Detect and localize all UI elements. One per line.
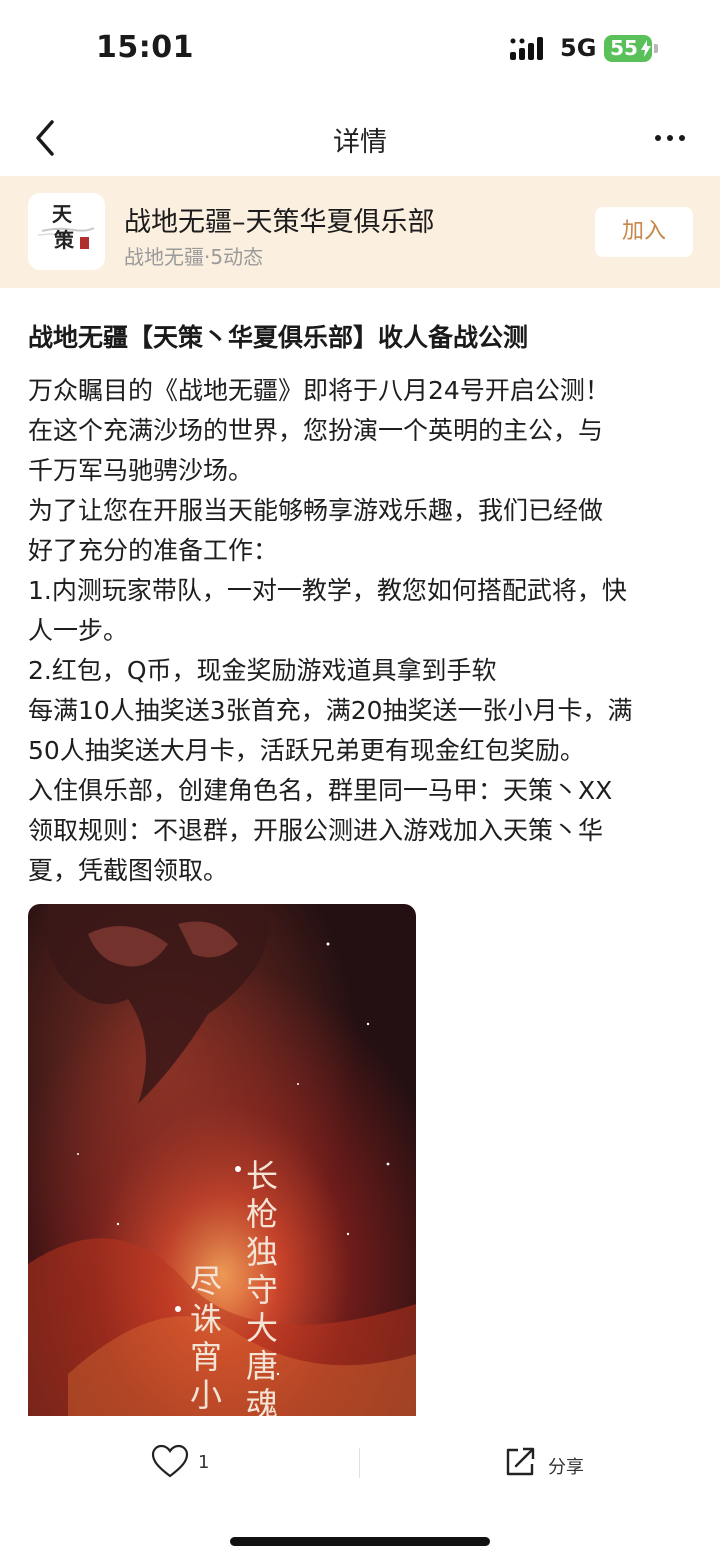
nav-bar: 详情 — [0, 100, 720, 176]
status-bar: 15:01 5G 55 — [0, 0, 720, 100]
battery-icon: 55 — [604, 35, 658, 62]
post-line: 入住俱乐部，创建角色名，群里同一马甲：天策丶XX — [28, 776, 613, 805]
status-time: 15:01 — [96, 30, 194, 65]
divider — [359, 1448, 360, 1478]
svg-text:策: 策 — [54, 228, 75, 252]
club-logo: 天 策 — [28, 193, 105, 270]
join-button[interactable]: 加入 — [595, 207, 693, 257]
image-poem-line-2: 尽诛宵小天 — [185, 1264, 223, 1416]
post-line: 万众瞩目的《战地无疆》即将于八月24号开启公测！ — [28, 376, 610, 405]
action-bar: 1 分享 — [0, 1420, 720, 1510]
post-line: 人一步。 — [28, 616, 129, 645]
post-line: 每满10人抽奖送3张首充，满20抽奖送一张小月卡，满 — [28, 696, 633, 725]
post-image[interactable]: 长枪独守大唐魂 尽诛宵小天 — [28, 904, 416, 1416]
club-card[interactable]: 天 策 战地无疆–天策华夏俱乐部 战地无疆·5动态 加入 — [0, 176, 720, 288]
charging-bolt-icon — [641, 40, 651, 57]
share-icon — [506, 1447, 535, 1476]
post-line: 好了充分的准备工作： — [28, 536, 279, 565]
post-line: 为了让您在开服当天能够畅享游戏乐趣，我们已经做 — [28, 496, 604, 525]
signal-icon — [510, 37, 543, 60]
image-poem-line-1: 长枪独守大唐魂 — [241, 1159, 279, 1416]
post-image-art: 长枪独守大唐魂 尽诛宵小天 — [28, 904, 416, 1416]
post-line: 1.内测玩家带队，一对一教学，教您如何搭配武将，快 — [28, 576, 627, 605]
like-count: 1 — [198, 1452, 210, 1473]
battery-level: 55 — [610, 36, 638, 60]
share-button[interactable]: 分享 — [502, 1444, 602, 1484]
post-body: 万众瞩目的《战地无疆》即将于八月24号开启公测！ 在这个充满沙场的世界，您扮演一… — [28, 371, 700, 891]
post-line: 夏，凭截图领取。 — [28, 856, 229, 885]
post-line: 在这个充满沙场的世界，您扮演一个英明的主公，与 — [28, 416, 604, 445]
club-logo-image: 天 策 — [37, 202, 95, 252]
share-label: 分享 — [548, 1457, 584, 1478]
post-line: 50人抽奖送大月卡，活跃兄弟更有现金红包奖励。 — [28, 736, 585, 765]
post-title: 战地无疆【天策丶华夏俱乐部】收人备战公测 — [28, 323, 529, 352]
like-button[interactable]: 1 — [150, 1442, 230, 1486]
heart-icon — [151, 1444, 189, 1478]
home-indicator — [230, 1537, 490, 1546]
post-line: 2.红包，Q币，现金奖励游戏道具拿到手软 — [28, 656, 497, 685]
network-type: 5G — [560, 34, 597, 62]
club-meta: 战地无疆·5动态 — [124, 245, 264, 269]
post-line: 领取规则：不退群，开服公测进入游戏加入天策丶华 — [28, 816, 604, 845]
page-title: 详情 — [333, 127, 387, 158]
club-name[interactable]: 战地无疆–天策华夏俱乐部 — [124, 200, 435, 239]
post-line: 千万军马驰骋沙场。 — [28, 456, 254, 485]
svg-text:天: 天 — [52, 202, 73, 226]
more-icon[interactable] — [650, 124, 690, 152]
